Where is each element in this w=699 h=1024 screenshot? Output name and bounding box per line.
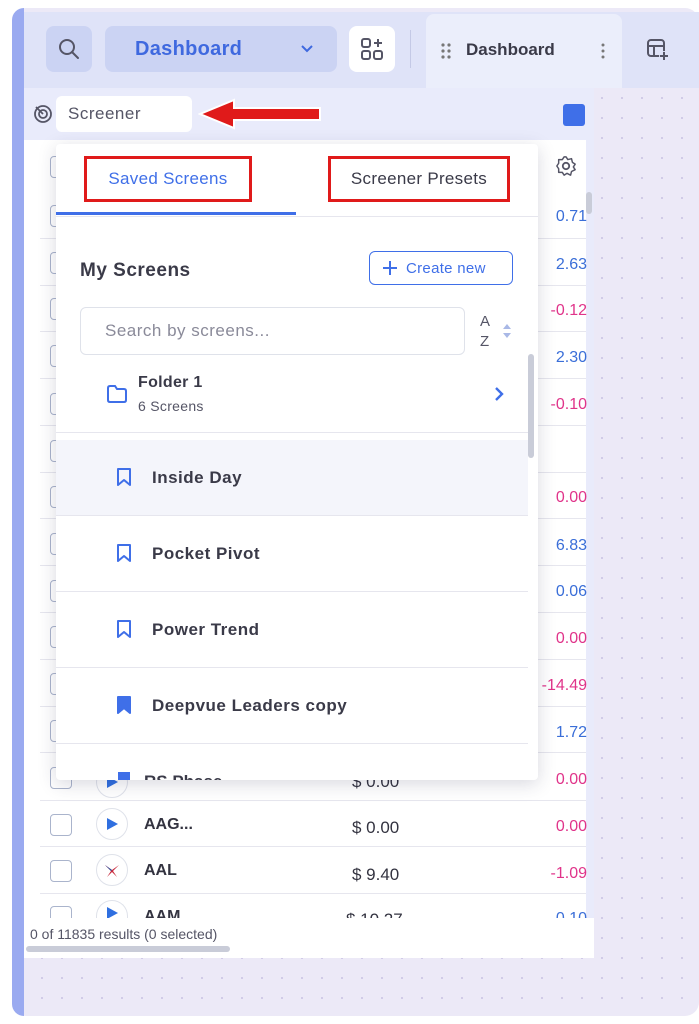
sort-toggle[interactable]: A Z xyxy=(480,312,490,352)
target-icon xyxy=(34,105,52,123)
screen-item-pocket-pivot[interactable]: Pocket Pivot xyxy=(56,516,528,592)
stock-price: $ 9.40 xyxy=(352,865,400,884)
screener-name-field[interactable]: Screener xyxy=(56,96,192,132)
screener-name-label: Screener xyxy=(68,104,141,123)
folder-item[interactable]: Folder 1 6 Screens xyxy=(56,360,528,433)
change-pct: 2.30 xyxy=(555,349,587,366)
tab-dashboard[interactable]: Dashboard xyxy=(426,14,622,88)
more-vertical-icon[interactable] xyxy=(600,42,606,60)
change-pct: 0.00 xyxy=(555,630,587,647)
change-pct: 0.00 xyxy=(555,771,587,788)
search-screens-input[interactable] xyxy=(103,320,447,342)
search-button[interactable] xyxy=(46,26,92,72)
screen-name: Inside Day xyxy=(152,468,243,487)
change-pct: -0.12 xyxy=(550,302,587,319)
search-icon xyxy=(59,39,79,59)
tab-screener-presets[interactable]: Screener Presets xyxy=(328,156,510,202)
change-pct: 6.83 xyxy=(555,537,587,554)
annotation-arrow-icon xyxy=(198,98,321,130)
screen-item-deepvue-leaders-copy[interactable]: Deepvue Leaders copy xyxy=(56,668,528,744)
dashboard-select-label: Dashboard xyxy=(135,37,243,60)
stock-symbol[interactable]: AAL xyxy=(144,862,177,880)
bookmark-outline-icon xyxy=(117,620,131,638)
screens-dropdown: Saved Screens Screener Presets My Screen… xyxy=(56,144,538,780)
dashboard-select[interactable]: Dashboard xyxy=(105,26,337,72)
gear-icon[interactable] xyxy=(555,155,577,177)
stock-symbol[interactable]: AAG... xyxy=(144,816,193,834)
create-new-button[interactable]: Create new xyxy=(369,251,513,285)
change-pct: 0.00 xyxy=(555,489,587,506)
drag-handle-icon[interactable] xyxy=(440,42,452,60)
dropdown-scrollbar[interactable] xyxy=(528,354,534,458)
add-widget-button[interactable] xyxy=(349,26,395,72)
row-checkbox[interactable] xyxy=(50,860,72,882)
sort-label-z: Z xyxy=(480,333,490,350)
left-edge-bar xyxy=(12,8,24,1016)
play-logo-icon xyxy=(107,906,118,919)
sort-label-a: A xyxy=(480,313,491,330)
tab-saved-screens-label: Saved Screens xyxy=(108,169,228,188)
row-divider xyxy=(40,846,586,847)
create-new-label: Create new xyxy=(406,259,486,277)
screen-name-partial[interactable]: RS Phase xyxy=(144,772,222,780)
bookmark-outline-icon xyxy=(117,468,131,486)
screen-name: Power Trend xyxy=(152,620,260,639)
sort-arrows-icon[interactable] xyxy=(502,322,512,340)
screen-item-inside-day[interactable]: Inside Day xyxy=(56,440,528,516)
section-title: My Screens xyxy=(80,260,191,281)
folder-icon xyxy=(107,385,127,403)
row-checkbox[interactable] xyxy=(50,814,72,836)
bookmark-outline-icon xyxy=(117,544,131,562)
tab-screener-presets-label: Screener Presets xyxy=(350,169,488,188)
add-table-icon[interactable] xyxy=(646,38,670,62)
chevron-down-icon xyxy=(301,45,313,53)
screen-name: Pocket Pivot xyxy=(152,544,261,563)
results-count: 0 of 11835 results (0 selected) xyxy=(30,926,218,942)
screen-item-power-trend[interactable]: Power Trend xyxy=(56,592,528,668)
row-divider xyxy=(40,800,586,801)
stock-logo xyxy=(96,808,128,840)
table-vertical-scrollbar[interactable] xyxy=(586,192,592,214)
stock-logo xyxy=(96,854,128,886)
active-tab-indicator xyxy=(56,212,296,215)
change-pct: 0.71 xyxy=(555,208,587,225)
change-pct: 0.06 xyxy=(555,583,587,600)
change-pct: 2.63 xyxy=(555,256,587,273)
change-pct: 1.72 xyxy=(555,724,587,741)
row-divider xyxy=(40,893,586,894)
airline-logo-icon xyxy=(105,865,119,877)
tab-saved-screens[interactable]: Saved Screens xyxy=(84,156,252,202)
chevron-right-icon xyxy=(495,387,504,401)
folder-count: 6 Screens xyxy=(138,398,204,414)
search-screens-field[interactable] xyxy=(80,307,465,355)
folder-name: Folder 1 xyxy=(138,374,203,391)
change-pct: -0.10 xyxy=(550,396,587,413)
toolbar-divider xyxy=(410,30,411,68)
horizontal-scrollbar[interactable] xyxy=(26,946,230,952)
change-pct: 0.00 xyxy=(555,818,587,835)
widgets-add-icon xyxy=(361,38,383,60)
change-pct: -1.09 xyxy=(550,865,587,882)
bookmark-filled-icon xyxy=(118,772,130,780)
change-pct: -14.49 xyxy=(541,677,587,694)
tab-dashboard-label: Dashboard xyxy=(466,40,555,59)
stock-price: $ 0.00 xyxy=(352,818,400,837)
plus-icon xyxy=(383,261,397,275)
screen-name: Deepvue Leaders copy xyxy=(152,696,348,715)
play-logo-icon xyxy=(107,818,118,830)
bookmark-filled-icon xyxy=(117,696,131,714)
color-tag-button[interactable] xyxy=(563,104,585,126)
